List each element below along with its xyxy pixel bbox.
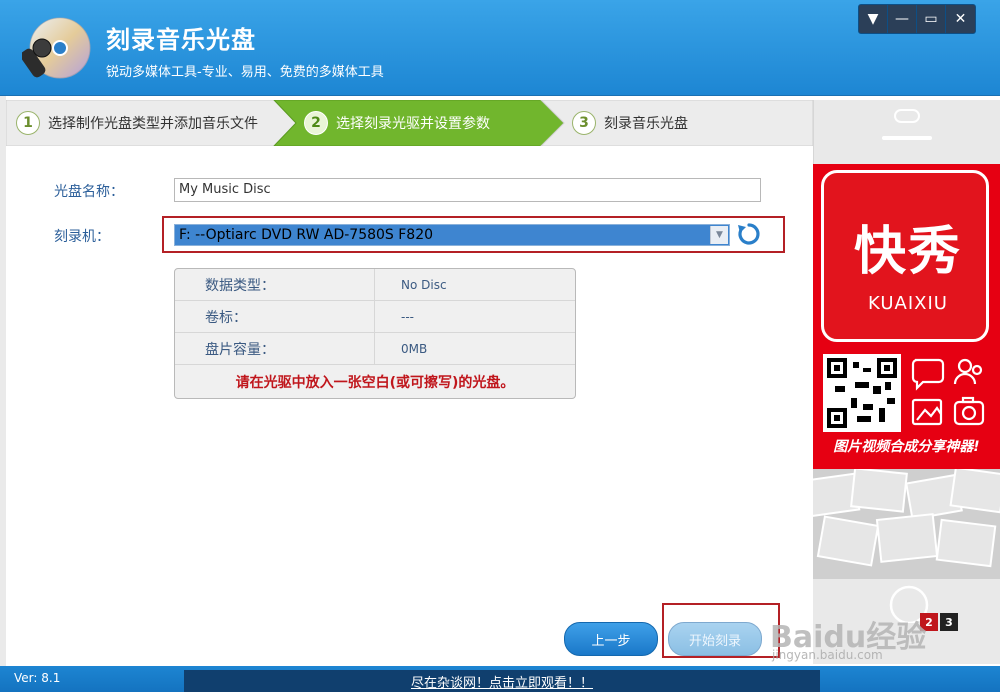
step-3: 3 刻录音乐光盘 xyxy=(572,100,688,146)
menu-dropdown-icon[interactable]: ▼ xyxy=(859,5,888,33)
step-1-label: 选择制作光盘类型并添加音乐文件 xyxy=(48,116,258,132)
step-1: 1 选择制作光盘类型并添加音乐文件 xyxy=(16,100,258,146)
info-row: 数据类型： No Disc xyxy=(175,269,575,301)
step-2-label: 选择刻录光驱并设置参数 xyxy=(336,116,490,132)
title-bar: 刻录音乐光盘 锐动多媒体工具-专业、易用、免费的多媒体工具 ▼ — ▭ ✕ xyxy=(0,0,1000,96)
start-burn-button[interactable]: 开始刻录 xyxy=(668,622,762,656)
previous-step-button[interactable]: 上一步 xyxy=(564,622,658,656)
data-type-value: No Disc xyxy=(401,277,447,292)
ad-photo-collage xyxy=(813,466,1000,579)
version-label: Ver: 8.1 xyxy=(14,671,61,685)
ad-logo-text: 快秀 xyxy=(853,222,962,282)
app-subtitle: 锐动多媒体工具-专业、易用、免费的多媒体工具 xyxy=(106,65,384,80)
status-bar: Ver: 8.1 尽在杂谈网！点击立即观看！！ xyxy=(0,666,1000,692)
volume-label-value: --- xyxy=(401,309,414,324)
data-type-label: 数据类型： xyxy=(175,269,375,300)
step-3-number: 3 xyxy=(572,111,596,135)
disc-name-input[interactable]: My Music Disc xyxy=(174,178,761,202)
step-1-number: 1 xyxy=(16,111,40,135)
qr-code-icon xyxy=(823,354,901,432)
maximize-icon[interactable]: ▭ xyxy=(917,5,946,33)
burner-label: 刻录机： xyxy=(54,229,110,245)
window-controls: ▼ — ▭ ✕ xyxy=(858,4,976,34)
burner-select[interactable]: F: --Optiarc DVD RW AD-7580S F820 ▼ xyxy=(174,224,730,246)
step-2-number: 2 xyxy=(304,111,328,135)
wizard-steps: 1 选择制作光盘类型并添加音乐文件 2 选择刻录光驱并设置参数 3 刻录音乐光盘 xyxy=(6,100,813,146)
close-icon[interactable]: ✕ xyxy=(946,5,975,33)
burner-select-value: F: --Optiarc DVD RW AD-7580S F820 xyxy=(179,227,434,243)
ad-feature-icons xyxy=(911,358,985,426)
chevron-down-icon[interactable]: ▼ xyxy=(710,226,728,244)
refresh-icon[interactable] xyxy=(736,221,762,247)
app-title: 刻录音乐光盘 xyxy=(106,26,256,54)
footer-ad-link[interactable]: 尽在杂谈网！点击立即观看！！ xyxy=(184,670,820,692)
kuaixiu-logo: 快秀 KUAIXIU xyxy=(821,170,989,342)
step-3-label: 刻录音乐光盘 xyxy=(604,116,688,132)
ad-banner[interactable]: 快秀 KUAIXIU 图片视频合成分享神器! xyxy=(813,164,1000,664)
volume-label-label: 卷标： xyxy=(175,301,375,332)
music-disc-logo-icon xyxy=(22,17,91,79)
ad-slogan: 图片视频合成分享神器! xyxy=(833,439,980,455)
disc-capacity-label: 盘片容量： xyxy=(175,333,375,364)
disc-capacity-value: 0MB xyxy=(401,341,428,356)
left-border xyxy=(0,96,6,666)
step-2: 2 选择刻录光驱并设置参数 xyxy=(304,100,490,146)
minimize-icon[interactable]: — xyxy=(888,5,917,33)
disc-info-table: 数据类型： No Disc 卷标： --- 盘片容量： 0MB 请在光驱中放入一… xyxy=(174,268,576,399)
info-row: 卷标： --- xyxy=(175,301,575,333)
disc-name-label: 光盘名称： xyxy=(54,184,124,200)
insert-disc-message: 请在光驱中放入一张空白(或可擦写)的光盘。 xyxy=(235,375,515,391)
ad-panel-top xyxy=(813,100,1000,164)
pager-item-3[interactable]: 3 xyxy=(940,613,958,631)
ad-logo-english: KUAIXIU xyxy=(868,293,948,314)
phone-icon xyxy=(882,109,932,140)
baidu-watermark-url: jingyan.baidu.com xyxy=(772,648,883,662)
info-row: 盘片容量： 0MB xyxy=(175,333,575,365)
